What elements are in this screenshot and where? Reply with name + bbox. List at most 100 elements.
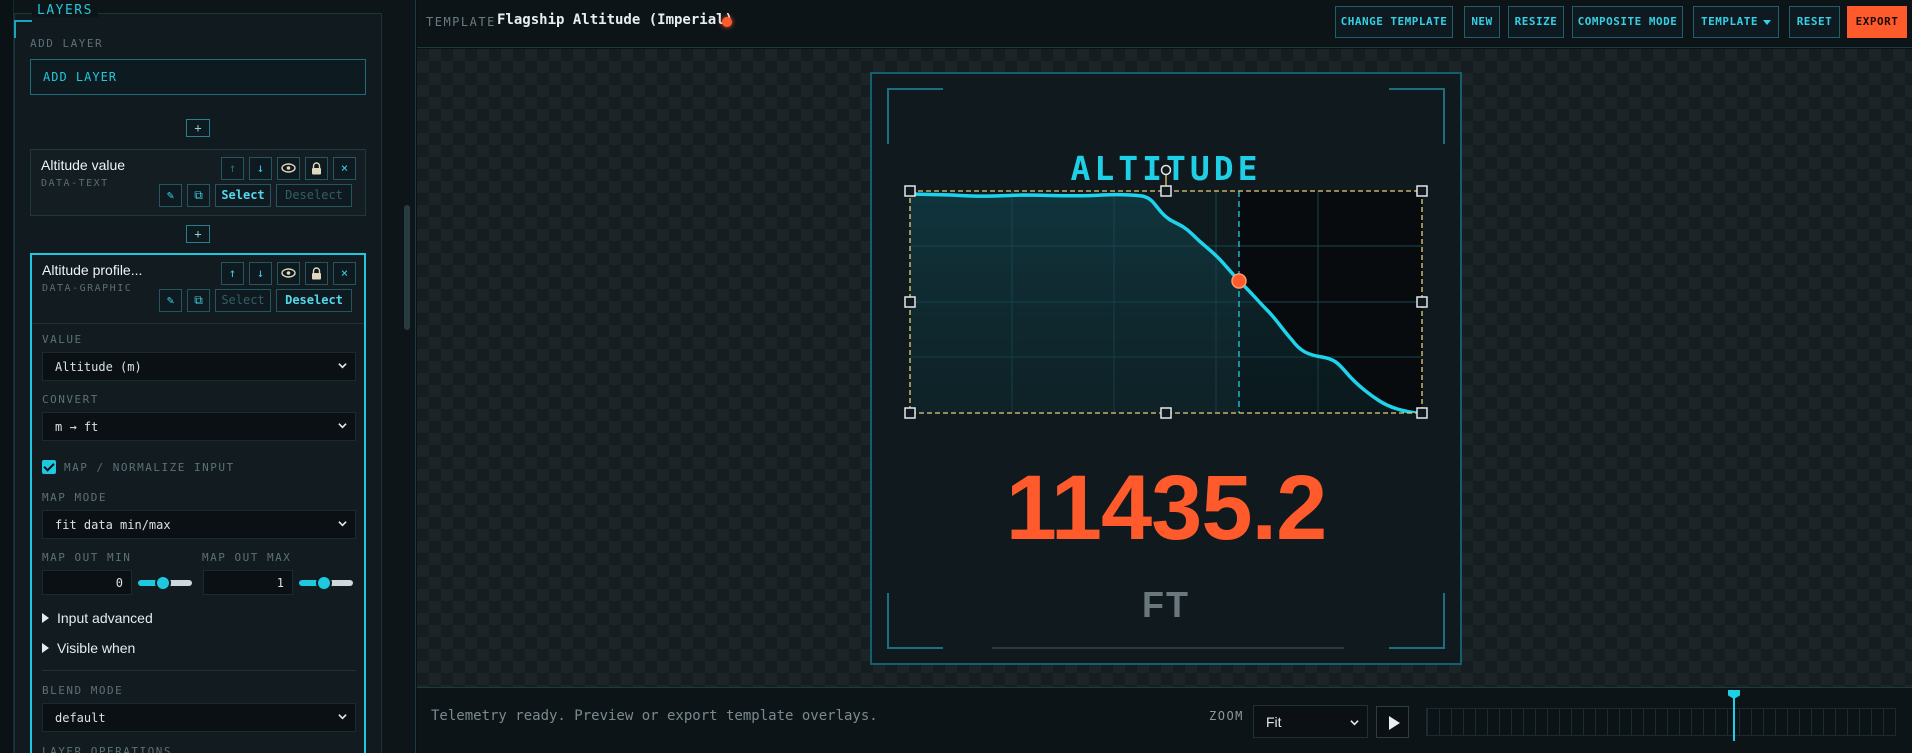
- decorative-underline: [992, 647, 1344, 649]
- template-label: TEMPLATE: [426, 15, 496, 29]
- dropdown-caret-icon: [1762, 19, 1771, 25]
- map-out-min-label: MAP OUT MIN: [42, 551, 132, 564]
- layer-title: Altitude value: [41, 157, 126, 173]
- preview-canvas[interactable]: ALTITUDE: [417, 49, 1912, 687]
- value-select-text: Altitude (m): [55, 360, 142, 374]
- convert-select-text: m → ft: [55, 420, 99, 434]
- resize-handle-ne[interactable]: [1416, 185, 1428, 197]
- reset-button[interactable]: RESET: [1789, 6, 1840, 38]
- disclosure-triangle-icon: [42, 613, 49, 623]
- lock-icon[interactable]: [305, 262, 328, 285]
- move-down-icon[interactable]: ↓: [249, 262, 272, 285]
- sidebar-edge-strip: [0, 0, 14, 753]
- map-mode-select[interactable]: fit data min/max: [42, 510, 356, 539]
- export-button[interactable]: EXPORT: [1847, 6, 1907, 38]
- resize-button[interactable]: RESIZE: [1508, 6, 1564, 38]
- visibility-eye-icon[interactable]: [277, 157, 300, 180]
- select-layer-button[interactable]: Select: [215, 289, 271, 312]
- value-select[interactable]: Altitude (m): [42, 352, 356, 381]
- map-out-min-slider[interactable]: [155, 575, 171, 591]
- move-up-icon[interactable]: ↑: [221, 262, 244, 285]
- chevron-down-icon: [338, 521, 347, 527]
- map-normalize-checkbox[interactable]: [42, 460, 56, 474]
- convert-select[interactable]: m → ft: [42, 412, 356, 441]
- remove-layer-icon[interactable]: ×: [333, 262, 356, 285]
- layer-type: DATA-GRAPHIC: [42, 283, 133, 294]
- panel-corner-decoration: [14, 20, 32, 38]
- select-layer-button[interactable]: Select: [215, 184, 271, 207]
- layers-panel-title: LAYERS: [32, 3, 98, 18]
- composite-mode-button[interactable]: COMPOSITE MODE: [1572, 6, 1683, 38]
- resize-handle-n[interactable]: [1160, 185, 1172, 197]
- resize-handle-e[interactable]: [1416, 296, 1428, 308]
- play-button[interactable]: [1376, 706, 1409, 738]
- top-toolbar: TEMPLATE Flagship Altitude (Imperial) CH…: [417, 0, 1912, 48]
- value-field-label: VALUE: [42, 333, 83, 346]
- add-layer-label: ADD LAYER: [30, 37, 104, 50]
- move-down-icon[interactable]: ↓: [249, 157, 272, 180]
- resize-handle-s[interactable]: [1160, 407, 1172, 419]
- resize-handle-nw[interactable]: [904, 185, 916, 197]
- insert-layer-button[interactable]: +: [186, 225, 210, 243]
- map-out-min-input[interactable]: 0: [42, 570, 132, 595]
- timeline-scrubber[interactable]: [1426, 708, 1896, 736]
- deselect-layer-button[interactable]: Deselect: [276, 184, 352, 207]
- map-normalize-label: MAP / NORMALIZE INPUT: [64, 461, 235, 474]
- visible-when-toggle[interactable]: Visible when: [42, 640, 135, 656]
- sidebar-scrollbar[interactable]: [404, 205, 410, 330]
- add-layer-button[interactable]: ADD LAYER: [30, 59, 366, 95]
- layer-card-altitude-profile[interactable]: Altitude profile... DATA-GRAPHIC ↑ ↓ × ✎…: [30, 253, 366, 753]
- template-menu-button[interactable]: TEMPLATE: [1693, 6, 1779, 38]
- zoom-select[interactable]: Fit: [1253, 705, 1368, 738]
- input-advanced-toggle[interactable]: Input advanced: [42, 610, 153, 626]
- edit-pencil-icon[interactable]: ✎: [159, 184, 182, 207]
- blend-mode-select[interactable]: default: [42, 703, 356, 732]
- new-button[interactable]: NEW: [1464, 6, 1500, 38]
- chevron-down-icon: [338, 714, 347, 720]
- map-out-max-slider[interactable]: [316, 575, 332, 591]
- lock-icon[interactable]: [305, 157, 328, 180]
- insert-layer-button[interactable]: +: [186, 119, 210, 137]
- input-advanced-label: Input advanced: [57, 610, 153, 626]
- overlay-frame[interactable]: ALTITUDE: [870, 72, 1462, 665]
- map-out-max-input[interactable]: 1: [203, 570, 293, 595]
- chevron-down-icon: [1350, 720, 1359, 726]
- altitude-profile-graphic[interactable]: [872, 74, 1464, 667]
- play-icon: [1389, 716, 1400, 730]
- visible-when-label: Visible when: [57, 640, 136, 656]
- altitude-unit: FT: [1142, 584, 1190, 625]
- map-mode-select-text: fit data min/max: [55, 518, 171, 532]
- altitude-value: 11435.2: [1005, 457, 1327, 559]
- move-up-icon[interactable]: ↑: [221, 157, 244, 180]
- chevron-down-icon: [338, 423, 347, 429]
- edit-pencil-icon[interactable]: ✎: [159, 289, 182, 312]
- layer-title: Altitude profile...: [42, 262, 143, 278]
- blend-mode-select-text: default: [55, 711, 106, 725]
- card-divider: [32, 323, 364, 324]
- layers-sidebar: LAYERS ADD LAYER ADD LAYER + Altitude va…: [0, 0, 416, 753]
- layer-operations-label: LAYER OPERATIONS: [42, 745, 172, 753]
- current-position-marker: [1231, 273, 1247, 289]
- status-message: Telemetry ready. Preview or export templ…: [431, 708, 878, 724]
- layer-card-altitude-value[interactable]: Altitude value DATA-TEXT ↑ ↓ × ✎ ⧉ Selec…: [30, 149, 366, 216]
- map-mode-label: MAP MODE: [42, 491, 107, 504]
- template-name: Flagship Altitude (Imperial): [497, 12, 734, 28]
- change-template-button[interactable]: CHANGE TEMPLATE: [1335, 6, 1453, 38]
- section-divider: [42, 670, 356, 671]
- visibility-eye-icon[interactable]: [277, 262, 300, 285]
- blend-mode-label: BLEND MODE: [42, 684, 124, 697]
- app-root: LAYERS ADD LAYER ADD LAYER + Altitude va…: [0, 0, 1912, 753]
- map-out-max-label: MAP OUT MAX: [202, 551, 292, 564]
- convert-field-label: CONVERT: [42, 393, 99, 406]
- resize-handle-se[interactable]: [1416, 407, 1428, 419]
- zoom-select-text: Fit: [1266, 714, 1282, 730]
- template-menu-label: TEMPLATE: [1701, 15, 1758, 28]
- layer-type: DATA-TEXT: [41, 178, 109, 189]
- resize-handle-w[interactable]: [904, 296, 916, 308]
- duplicate-icon[interactable]: ⧉: [187, 289, 210, 312]
- rotate-handle[interactable]: [1160, 164, 1172, 176]
- remove-layer-icon[interactable]: ×: [333, 157, 356, 180]
- resize-handle-sw[interactable]: [904, 407, 916, 419]
- deselect-layer-button[interactable]: Deselect: [276, 289, 352, 312]
- duplicate-icon[interactable]: ⧉: [187, 184, 210, 207]
